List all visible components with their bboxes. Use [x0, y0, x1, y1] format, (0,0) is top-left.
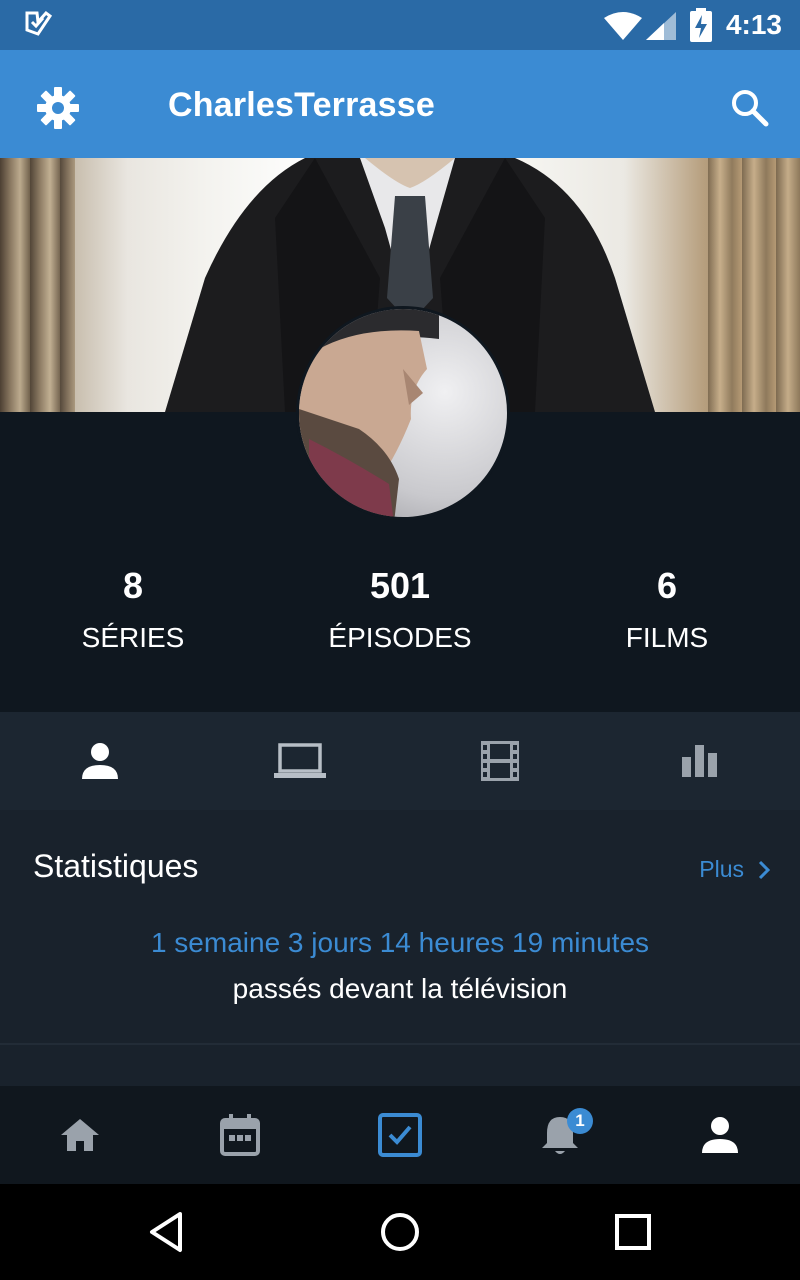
nav-calendar[interactable]	[160, 1086, 320, 1184]
time-watched-caption: passés devant la télévision	[232, 973, 568, 1004]
laptop-icon	[274, 743, 326, 778]
more-link[interactable]: Plus	[699, 856, 770, 883]
battery-charging-icon	[690, 8, 712, 42]
stat-episodes-label: ÉPISODES	[328, 622, 472, 653]
back-icon[interactable]	[140, 1204, 196, 1260]
search-icon[interactable]	[728, 86, 772, 130]
checkbox-icon	[378, 1113, 422, 1157]
calendar-icon	[220, 1114, 260, 1156]
system-navigation-bar	[0, 1184, 800, 1280]
tab-profile[interactable]	[0, 712, 200, 810]
gear-icon[interactable]	[36, 86, 80, 130]
home-icon	[61, 1119, 99, 1151]
stat-episodes-value: 501	[369, 565, 431, 606]
cell-signal-icon	[646, 12, 676, 40]
stat-series-value: 8	[122, 565, 144, 606]
status-time: 4:13	[725, 9, 782, 40]
avatar-portrait	[299, 309, 439, 517]
person-icon	[82, 743, 118, 779]
divider	[0, 1043, 800, 1045]
tab-films[interactable]	[400, 712, 600, 810]
stat-films-label: FILMS	[625, 622, 709, 653]
stat-episodes[interactable]: 501 ÉPISODES	[270, 566, 530, 654]
nav-profile[interactable]	[640, 1086, 800, 1184]
person-icon	[702, 1117, 738, 1153]
app-title: CharlesTerrasse	[168, 86, 435, 124]
notification-badge: 1	[567, 1108, 593, 1134]
bar-chart-icon	[682, 745, 717, 777]
profile-tabs	[0, 712, 800, 810]
stat-films[interactable]: 6 FILMS	[537, 566, 797, 654]
home-circle-icon[interactable]	[372, 1204, 428, 1260]
tab-stats[interactable]	[600, 712, 800, 810]
avatar[interactable]	[296, 306, 510, 520]
stat-series-label: SÉRIES	[81, 622, 185, 653]
statistics-title: Statistiques	[33, 848, 199, 884]
more-label: Plus	[699, 856, 744, 882]
nav-notifications[interactable]: 1	[480, 1086, 640, 1184]
app-notification-icon	[25, 10, 52, 36]
stat-series[interactable]: 8 SÉRIES	[3, 566, 263, 654]
bottom-nav: 1	[0, 1086, 800, 1184]
nav-watchlist[interactable]	[320, 1086, 480, 1184]
tab-series[interactable]	[200, 712, 400, 810]
status-bar: 4:13	[0, 0, 800, 50]
film-strip-icon	[481, 741, 519, 781]
nav-home[interactable]	[0, 1086, 160, 1184]
chevron-right-icon	[758, 860, 770, 879]
time-watched: 1 semaine 3 jours 14 heures 19 minutes	[150, 927, 650, 958]
wifi-icon	[604, 12, 642, 40]
stat-films-value: 6	[656, 565, 678, 606]
recents-icon[interactable]	[605, 1204, 661, 1260]
app-bar: CharlesTerrasse	[0, 50, 800, 158]
